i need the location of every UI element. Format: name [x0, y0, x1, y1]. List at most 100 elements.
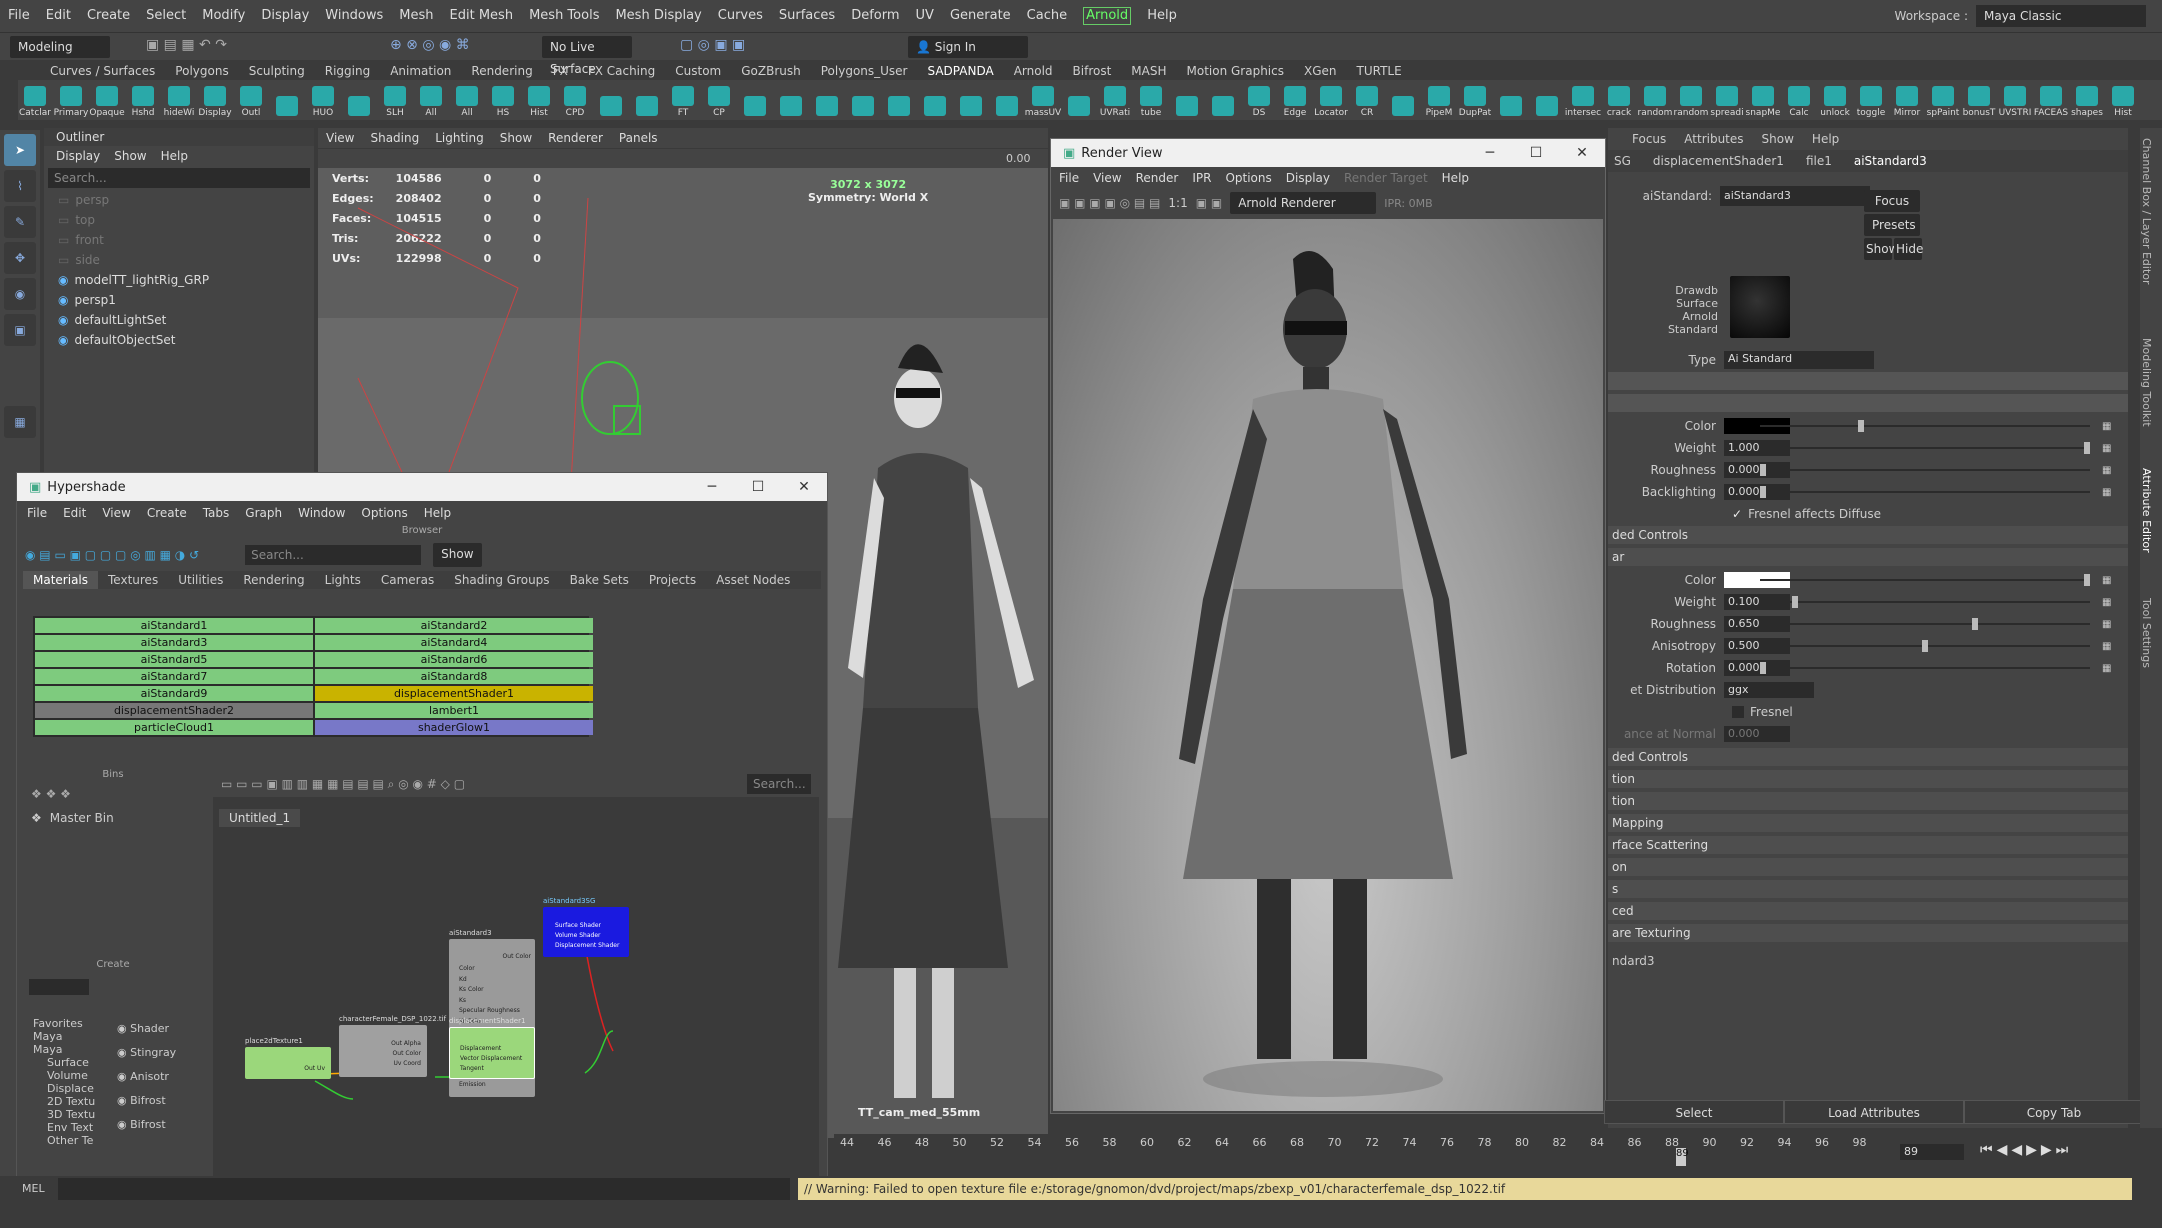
shelf-button[interactable] — [1494, 80, 1528, 118]
shelf-button[interactable]: PipeM — [1422, 80, 1456, 118]
render-snapshot-icons[interactable]: ▣ ▣ — [1196, 196, 1223, 210]
attr-section-header[interactable]: ced — [1608, 902, 2128, 920]
create-node-item[interactable]: ◉ Shader — [117, 1017, 197, 1041]
menu-edit[interactable]: Edit — [38, 0, 79, 32]
create-node-item[interactable]: ◉ Bifrost — [117, 1113, 197, 1137]
shelf-button[interactable] — [594, 80, 628, 118]
render-menu-help[interactable]: Help — [1442, 167, 1469, 189]
shelf-button[interactable]: HUO — [306, 80, 340, 118]
maximize-icon[interactable]: ☐ — [1513, 145, 1559, 161]
file-icons[interactable]: ▣ ▤ ▦ ↶ ↷ — [146, 37, 227, 53]
rotate-tool-icon[interactable]: ◉ — [4, 278, 36, 310]
close-icon[interactable]: ✕ — [781, 479, 827, 495]
create-filter-input[interactable] — [29, 979, 89, 995]
sign-in-button[interactable]: 👤 Sign In — [908, 36, 1028, 58]
hypershade-menu-help[interactable]: Help — [424, 501, 451, 525]
menu-display[interactable]: Display — [253, 0, 317, 32]
render-icons[interactable]: ▢ ◎ ▣ ▣ — [680, 37, 745, 53]
shelf-tab-sadpanda[interactable]: SADPANDA — [918, 62, 1004, 80]
browser-tab-asset-nodes[interactable]: Asset Nodes — [706, 571, 800, 589]
create-tree-item[interactable]: 2D Textu — [29, 1095, 99, 1108]
create-tree-item[interactable]: Displace — [29, 1082, 99, 1095]
presets-button[interactable]: Presets — [1864, 214, 1920, 236]
browser-tab-projects[interactable]: Projects — [639, 571, 706, 589]
shelf-tab-motion-graphics[interactable]: Motion Graphics — [1177, 62, 1295, 80]
shelf-button[interactable]: UVRati — [1098, 80, 1132, 118]
shelf-button[interactable]: CR — [1350, 80, 1384, 118]
close-icon[interactable]: ✕ — [1559, 145, 1605, 161]
material-swatch-item[interactable]: aiStandard2 — [315, 618, 593, 633]
attr-section-header[interactable]: Mapping — [1608, 814, 2128, 832]
shelf-button[interactable]: spreadi — [1710, 80, 1744, 118]
shelf-tab-fx-caching[interactable]: FX Caching — [578, 62, 665, 80]
shelf-button[interactable]: Opaque — [89, 80, 125, 118]
browser-tool-icons[interactable]: ◉ ▤ ▭ ▣ ▢ ▢ ▢ ◎ ▥ ▦ ◑ ↺ — [25, 548, 199, 562]
render-menu-options[interactable]: Options — [1225, 167, 1271, 189]
shelf-button[interactable]: DupPat — [1458, 80, 1492, 118]
attr-menu-show[interactable]: Show — [1762, 132, 1794, 146]
hypershade-menu-graph[interactable]: Graph — [245, 501, 282, 525]
anisotropy-slider[interactable] — [1760, 640, 2090, 652]
menu-mesh[interactable]: Mesh — [391, 0, 441, 32]
render-menu-file[interactable]: File — [1059, 167, 1079, 189]
shelf-button[interactable]: CPD — [558, 80, 592, 118]
outliner-item[interactable]: ◉ defaultLightSet — [58, 310, 314, 330]
load-attributes-button[interactable]: Load Attributes — [1784, 1100, 1964, 1124]
minimize-icon[interactable]: ─ — [1467, 145, 1513, 161]
menu-create[interactable]: Create — [79, 0, 138, 32]
create-tree-item[interactable]: Favorites — [29, 1017, 99, 1030]
shelf-tab-bifrost[interactable]: Bifrost — [1063, 62, 1122, 80]
ratio-label[interactable]: 1:1 — [1168, 196, 1187, 210]
map-icon[interactable]: ▦ — [2102, 487, 2111, 498]
diffuse-color-slider[interactable] — [1760, 420, 2090, 432]
shelf-button[interactable] — [990, 80, 1024, 118]
shelf-button[interactable] — [270, 80, 304, 118]
shelf-button[interactable]: FACEAS — [2034, 80, 2068, 118]
material-swatch-item[interactable]: aiStandard5 — [35, 652, 313, 667]
shelf-button[interactable]: Locator — [1314, 80, 1348, 118]
material-swatch-item[interactable]: particleCloud1 — [35, 720, 313, 735]
create-tree-item[interactable]: Surface — [29, 1056, 99, 1069]
shelf-tab-animation[interactable]: Animation — [380, 62, 461, 80]
shelf-button[interactable]: Mirror — [1890, 80, 1924, 118]
render-tool-icons[interactable]: ▣ ▣ ▣ ▣ ◎ ▤ ▤ — [1059, 196, 1160, 210]
shelf-button[interactable] — [954, 80, 988, 118]
shelf-button[interactable]: HS — [486, 80, 520, 118]
attr-tab[interactable]: SG — [1614, 154, 1631, 168]
outliner-search-input[interactable]: Search... — [48, 168, 310, 188]
map-icon[interactable]: ▦ — [2102, 575, 2111, 586]
shading-group-node[interactable]: Surface Shader Volume Shader Displacement … — [543, 907, 629, 957]
attr-menu-help[interactable]: Help — [1812, 132, 1839, 146]
shelf-button[interactable]: Hshd — [126, 80, 160, 118]
menu-cache[interactable]: Cache — [1019, 0, 1075, 32]
shelf-button[interactable] — [1062, 80, 1096, 118]
viewport-menu-show[interactable]: Show — [500, 128, 532, 148]
create-tree-item[interactable]: Maya — [29, 1030, 99, 1043]
menu-mesh-display[interactable]: Mesh Display — [607, 0, 709, 32]
outliner-item[interactable]: ◉ modelTT_lightRig_GRP — [58, 270, 314, 290]
attr-section-header[interactable]: s — [1608, 880, 2128, 898]
shelf-button[interactable]: massUV — [1025, 80, 1061, 118]
shelf-button[interactable]: hideWi — [162, 80, 196, 118]
browser-search-input[interactable]: Search... — [245, 545, 422, 565]
shelf-button[interactable] — [1170, 80, 1204, 118]
shelf-button[interactable]: snapMe — [1746, 80, 1780, 118]
shelf-button[interactable]: shapes — [2070, 80, 2104, 118]
shelf-button[interactable]: tube — [1134, 80, 1168, 118]
shelf-tab-mash[interactable]: MASH — [1121, 62, 1176, 80]
viewport-menu-lighting[interactable]: Lighting — [435, 128, 484, 148]
shelf-button[interactable]: DS — [1242, 80, 1276, 118]
menu-surfaces[interactable]: Surfaces — [771, 0, 843, 32]
attribute-editor-tab[interactable]: Attribute Editor — [2140, 468, 2153, 578]
material-swatch-item[interactable]: aiStandard7 — [35, 669, 313, 684]
workspace-selector[interactable]: Workspace : Maya Classic — [1895, 4, 2146, 28]
viewport-menu-panels[interactable]: Panels — [619, 128, 658, 148]
material-swatch-item[interactable]: lambert1 — [315, 703, 593, 718]
menu-arnold[interactable]: Arnold — [1083, 7, 1132, 25]
move-tool-icon[interactable]: ✥ — [4, 242, 36, 274]
map-icon[interactable]: ▦ — [2102, 597, 2111, 608]
current-frame-marker[interactable]: 89 — [1676, 1148, 1689, 1166]
node-graph[interactable]: ▭ ▭ ▭ ▣ ▥ ▥ ▦ ▦ ▤ ▤ ▤ ⌕ ◎ ◉ # ◇ ▢ Search… — [213, 771, 819, 1181]
create-tree-item[interactable]: 3D Textu — [29, 1108, 99, 1121]
shelf-button[interactable]: Calc — [1782, 80, 1816, 118]
